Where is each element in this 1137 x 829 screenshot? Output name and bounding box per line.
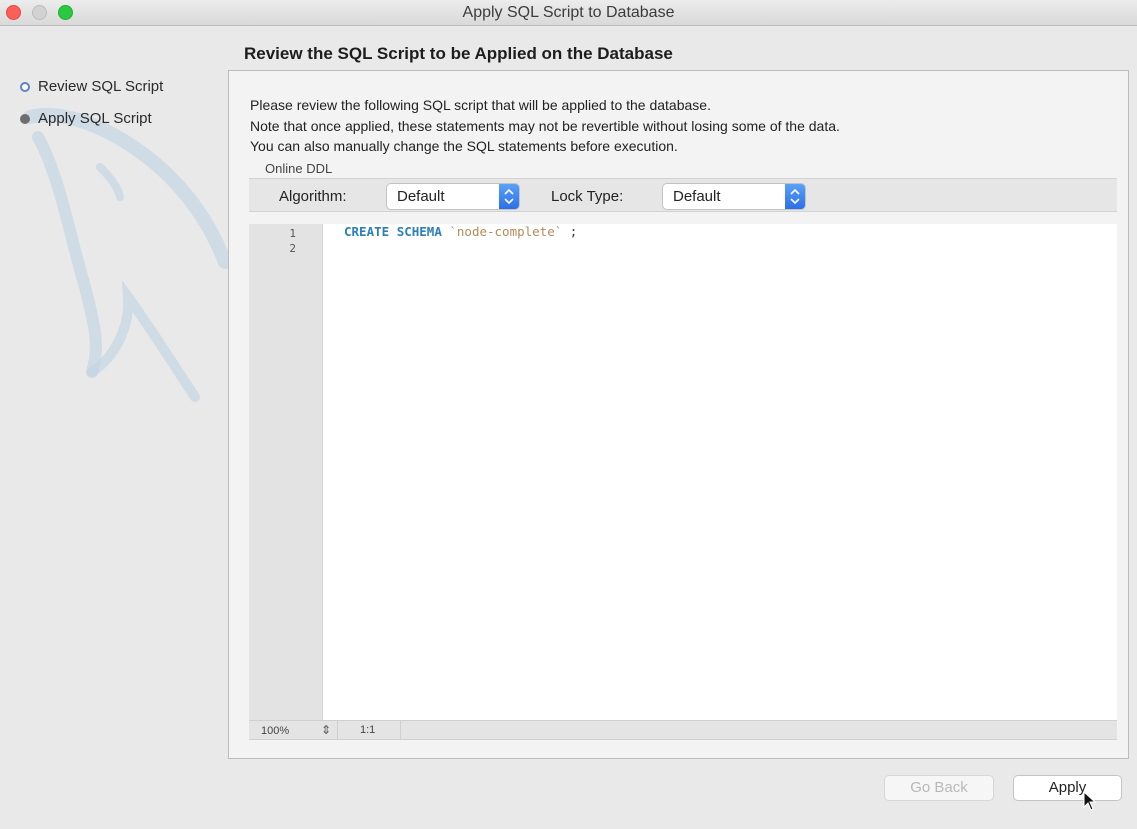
title-bar: Apply SQL Script to Database xyxy=(0,0,1137,26)
editor-status-bar: 100% ⇕ 1:1 xyxy=(249,720,1117,740)
line-number: 2 xyxy=(289,242,296,255)
sql-code-line[interactable]: CREATE SCHEMA `node-complete` ; xyxy=(344,224,577,239)
step-pending-indicator-icon xyxy=(20,113,30,124)
apply-button[interactable]: Apply xyxy=(1013,775,1122,801)
zoom-level[interactable]: 100% xyxy=(261,725,289,737)
online-ddl-label: Online DDL xyxy=(265,161,333,176)
line-number: 1 xyxy=(289,227,296,240)
sql-editor[interactable]: 1 2 CREATE SCHEMA `node-complete` ; xyxy=(249,224,1117,720)
page-title: Review the SQL Script to be Applied on t… xyxy=(244,44,673,63)
window-title: Apply SQL Script to Database xyxy=(462,4,675,21)
online-ddl-options: Algorithm: Default Lock Type: Default xyxy=(249,178,1117,212)
lock-type-selected-value: Default xyxy=(673,188,721,205)
sql-keyword: CREATE xyxy=(344,224,390,239)
description-line: You can also manually change the SQL sta… xyxy=(250,138,678,154)
cursor-position: 1:1 xyxy=(337,721,401,740)
main-panel: Please review the following SQL script t… xyxy=(228,70,1129,759)
algorithm-label: Algorithm: xyxy=(279,188,347,205)
select-stepper-icon xyxy=(785,184,805,209)
lock-type-select[interactable]: Default xyxy=(662,183,806,210)
algorithm-select[interactable]: Default xyxy=(386,183,520,210)
wizard-sidebar: Review SQL Script Apply SQL Script xyxy=(0,27,228,787)
go-back-button[interactable]: Go Back xyxy=(884,775,994,801)
description-text: Please review the following SQL script t… xyxy=(250,95,840,157)
select-stepper-icon xyxy=(499,184,519,209)
algorithm-selected-value: Default xyxy=(397,188,445,205)
sql-terminator: ; xyxy=(569,224,578,239)
sql-keyword: SCHEMA xyxy=(396,224,442,239)
step-review-sql-script: Review SQL Script xyxy=(20,78,163,95)
step-active-indicator-icon xyxy=(20,81,30,92)
step-label: Review SQL Script xyxy=(38,78,164,95)
description-line: Please review the following SQL script t… xyxy=(250,97,711,113)
description-line: Note that once applied, these statements… xyxy=(250,117,840,134)
lock-type-label: Lock Type: xyxy=(551,188,624,205)
mouse-pointer-icon xyxy=(1083,791,1097,811)
line-number-gutter: 1 2 xyxy=(249,224,323,720)
zoom-stepper-icon[interactable]: ⇕ xyxy=(321,723,331,737)
step-label: Apply SQL Script xyxy=(38,110,152,127)
sql-identifier: `node-complete` xyxy=(449,224,563,239)
step-apply-sql-script: Apply SQL Script xyxy=(20,110,152,127)
